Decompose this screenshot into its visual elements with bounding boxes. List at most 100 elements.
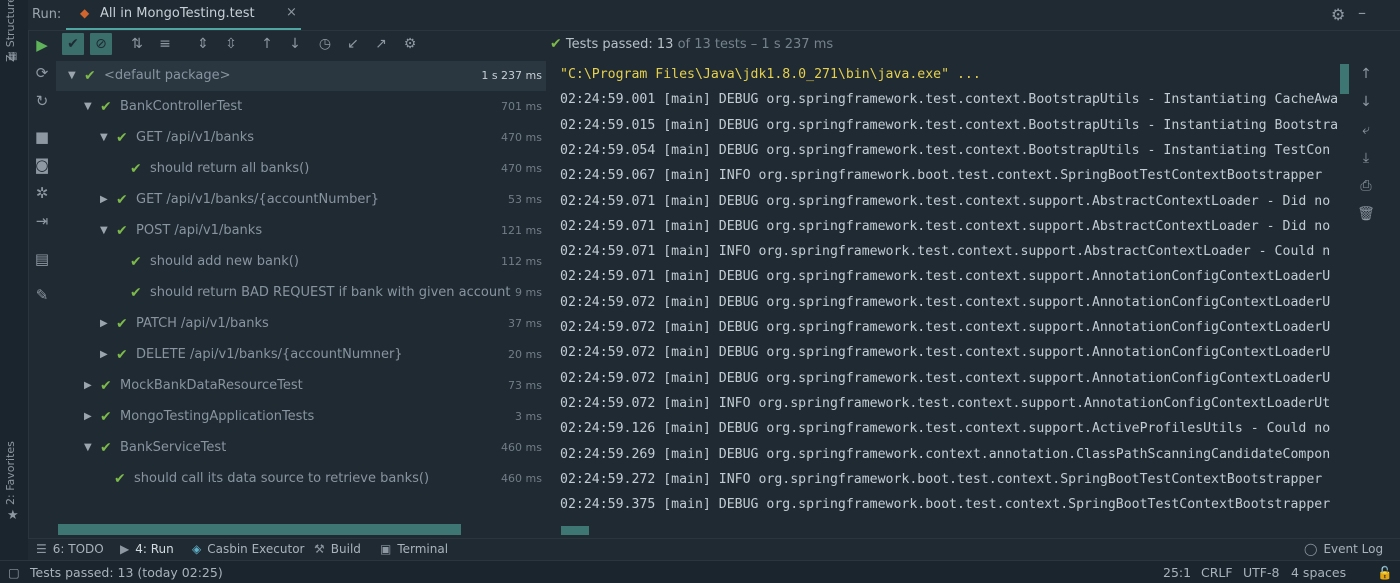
tab-casbin-executor[interactable]: ◈ Casbin Executor — [192, 542, 304, 556]
minimize-icon[interactable]: – — [1358, 3, 1366, 22]
tree-row[interactable]: ▼ ✔ <default package> 1 s 237 ms — [56, 61, 546, 91]
tree-row[interactable]: ✔ should return all banks() 470 ms — [56, 154, 546, 184]
play-icon: ▶ — [120, 542, 130, 556]
check-icon: ✔ — [114, 471, 126, 487]
chevron-down-icon[interactable]: ▼ — [68, 61, 76, 91]
console-log-line: 02:24:59.072 [main] DEBUG org.springfram… — [560, 345, 1331, 361]
file-encoding[interactable]: UTF-8 — [1243, 565, 1279, 580]
tree-row[interactable]: ▶ ✔ MockBankDataResourceTest 73 ms — [56, 371, 546, 401]
chevron-right-icon[interactable]: ▶ — [100, 309, 108, 339]
check-icon: ✔ — [84, 68, 96, 84]
tab-run[interactable]: ▶ 4: Run — [120, 542, 174, 556]
scroll-to-end-icon[interactable]: ⤓ — [1356, 150, 1376, 166]
close-icon[interactable]: × — [286, 5, 297, 20]
status-message[interactable]: Tests passed: 13 (today 02:25) — [30, 565, 223, 580]
test-duration: 121 ms — [501, 224, 542, 237]
print-icon[interactable]: ⎙ — [1356, 178, 1376, 194]
tree-row[interactable]: ▶ ✔ GET /api/v1/banks/{accountNumber} 53 ms — [56, 185, 546, 215]
layout-icon[interactable]: ▤ — [32, 249, 52, 269]
collapse-all-button[interactable]: ⇳ — [220, 33, 242, 55]
test-name: should add new bank() — [150, 254, 299, 269]
expand-all-button[interactable]: ⇕ — [192, 33, 214, 55]
console-log-line: 02:24:59.072 [main] DEBUG org.springfram… — [560, 370, 1331, 386]
tree-row[interactable]: ✔ should add new bank() 112 ms — [56, 247, 546, 277]
rerun-failed-icon[interactable]: ⟳ — [32, 63, 52, 83]
chevron-down-icon[interactable]: ▼ — [84, 92, 92, 122]
tree-row[interactable]: ✔ should call its data source to retrieve… — [56, 464, 546, 494]
status-bar: ▢ Tests passed: 13 (today 02:25) 25:1 CR… — [0, 560, 1400, 583]
check-icon: ✔ — [116, 316, 128, 332]
prev-failed-button[interactable]: ↑ — [256, 33, 278, 55]
toggle-autotest-icon[interactable]: ↻ — [32, 91, 52, 111]
test-duration: 470 ms — [501, 162, 542, 175]
tree-row[interactable]: ▶ ✔ PATCH /api/v1/banks 37 ms — [56, 309, 546, 339]
console-scrollbar-horizontal[interactable] — [561, 526, 589, 535]
chevron-right-icon[interactable]: ▶ — [84, 402, 92, 432]
rerun-icon[interactable]: ▶ — [32, 35, 52, 55]
camera-icon[interactable]: ◙ — [32, 155, 52, 175]
test-tree: ▼ ✔ <default package> 1 s 237 ms ▼ ✔ BankContr… — [56, 61, 546, 521]
tree-scrollbar[interactable] — [58, 524, 461, 535]
export-button[interactable]: ↗ — [370, 33, 392, 55]
gear-icon[interactable]: ⚙ — [1331, 5, 1345, 24]
console-tools: ↑ ↓ ⤶ ⤓ ⎙ 🗑 — [1352, 62, 1382, 242]
scroll-up-icon[interactable]: ↑ — [1356, 66, 1376, 82]
test-duration: 37 ms — [508, 317, 542, 330]
line-separator[interactable]: CRLF — [1201, 565, 1233, 580]
hammer-icon: ⚒ — [314, 542, 325, 556]
check-icon: ✔ — [100, 378, 112, 394]
pin-icon[interactable]: ✎ — [32, 285, 52, 305]
show-passed-button[interactable]: ✔ — [62, 33, 84, 55]
chevron-right-icon[interactable]: ▶ — [100, 340, 108, 370]
console-log-line: 02:24:59.071 [main] DEBUG org.springfram… — [560, 269, 1331, 285]
favorites-tab[interactable]: 2: Favorites — [4, 441, 17, 505]
sort-duration-button[interactable]: ≡ — [154, 33, 176, 55]
lock-icon[interactable]: 🔓 — [1377, 565, 1393, 581]
chevron-down-icon[interactable]: ▼ — [100, 123, 108, 153]
tab-build[interactable]: ⚒ Build — [314, 542, 361, 556]
import-button[interactable]: ↙ — [342, 33, 364, 55]
show-ignored-button[interactable]: ⊘ — [90, 33, 112, 55]
tree-row[interactable]: ▼ ✔ BankServiceTest 460 ms — [56, 433, 546, 463]
console-log-line: 02:24:59.071 [main] DEBUG org.springfram… — [560, 193, 1331, 209]
test-duration: 3 ms — [515, 410, 542, 423]
layout-toggle-icon[interactable]: ▢ — [8, 565, 20, 580]
exit-icon[interactable]: ⇥ — [32, 211, 52, 231]
star-icon: ★ — [7, 508, 19, 523]
tree-row[interactable]: ✔ should return BAD REQUEST if bank with … — [56, 278, 546, 308]
tree-row[interactable]: ▼ ✔ POST /api/v1/banks 121 ms — [56, 216, 546, 246]
chevron-down-icon[interactable]: ▼ — [100, 216, 108, 246]
tree-row[interactable]: ▶ ✔ DELETE /api/v1/banks/{accountNumner} 20… — [56, 340, 546, 370]
debug-icon[interactable]: ✲ — [32, 183, 52, 203]
tab-run-config[interactable]: ◆ All in MongoTesting.test × — [66, 0, 301, 30]
tab-event-log[interactable]: ◯ Event Log — [1304, 542, 1383, 556]
chevron-right-icon[interactable]: ▶ — [100, 185, 108, 215]
test-duration: 460 ms — [501, 472, 542, 485]
test-name: GET /api/v1/banks — [136, 130, 255, 145]
test-duration: 53 ms — [508, 193, 542, 206]
console-scrollbar-vertical[interactable] — [1340, 64, 1349, 94]
stop-icon[interactable]: ■ — [32, 127, 52, 147]
test-name: PATCH /api/v1/banks — [136, 316, 269, 331]
tree-row[interactable]: ▼ ✔ GET /api/v1/banks 470 ms — [56, 123, 546, 153]
tab-todo[interactable]: ☰ 6: TODO — [36, 542, 104, 556]
console-log-line: 02:24:59.269 [main] DEBUG org.springfram… — [560, 446, 1331, 462]
tab-terminal[interactable]: ▣ Terminal — [380, 542, 448, 556]
soft-wrap-icon[interactable]: ⤶ — [1356, 122, 1376, 138]
chevron-down-icon[interactable]: ▼ — [84, 433, 92, 463]
cursor-position[interactable]: 25:1 — [1163, 565, 1191, 580]
tree-row[interactable]: ▶ ✔ MongoTestingApplicationTests 3 ms — [56, 402, 546, 432]
settings-button[interactable]: ⚙ — [399, 33, 421, 55]
scroll-down-icon[interactable]: ↓ — [1356, 94, 1376, 110]
console-log-line: 02:24:59.054 [main] DEBUG org.springfram… — [560, 142, 1331, 158]
trash-icon[interactable]: 🗑 — [1356, 206, 1376, 222]
tree-row[interactable]: ▼ ✔ BankControllerTest 701 ms — [56, 92, 546, 122]
history-button[interactable]: ◷ — [314, 33, 336, 55]
test-duration: 701 ms — [501, 100, 542, 113]
next-failed-button[interactable]: ↓ — [284, 33, 306, 55]
console-output[interactable]: "C:\Program Files\Java\jdk1.8.0_271\bin\… — [560, 62, 1340, 532]
chevron-right-icon[interactable]: ▶ — [84, 371, 92, 401]
passed-check-icon: ✔ — [550, 36, 562, 52]
sort-alpha-button[interactable]: ⇅ — [126, 33, 148, 55]
indent-setting[interactable]: 4 spaces — [1291, 565, 1346, 580]
